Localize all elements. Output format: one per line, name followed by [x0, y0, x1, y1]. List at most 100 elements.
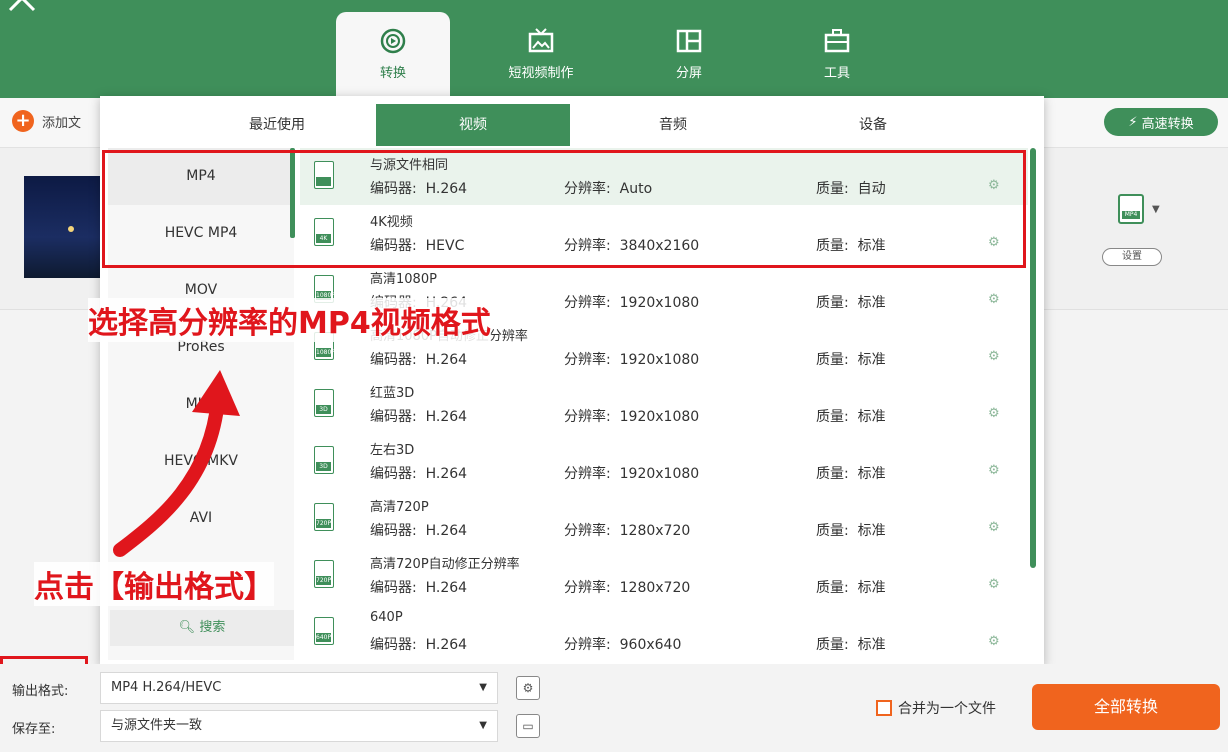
format-tag: 1080P: [316, 348, 335, 357]
quality-value: 标准: [857, 295, 886, 311]
gear-icon[interactable]: ⚙: [988, 463, 1000, 478]
resolution-value: 1280x720: [619, 523, 691, 539]
resolution-label: 分辨率:: [564, 352, 611, 368]
gear-icon[interactable]: ⚙: [988, 520, 1000, 535]
gear-icon[interactable]: ⚙: [988, 292, 1000, 307]
resolution-label: 分辨率:: [564, 466, 611, 482]
folder-icon[interactable]: ▭: [516, 714, 540, 738]
format-quality: 质量: 标准: [816, 406, 886, 426]
quality-value: 标准: [857, 580, 886, 596]
settings-button[interactable]: 设置: [1102, 248, 1162, 266]
highlight-box-formats: [102, 150, 1026, 268]
checkbox-icon[interactable]: [876, 700, 892, 716]
bottom-bar: 输出格式: MP4 H.264/HEVC ▼ ⚙ 保存至: 与源文件夹一致 ▼ …: [0, 664, 1228, 752]
quality-label: 质量:: [816, 637, 849, 653]
quality-label: 质量:: [816, 352, 849, 368]
format-option-row[interactable]: 640P 640P 编码器: H.264 分辨率: 960x640 质量: 标准 ⚙: [300, 604, 1028, 660]
format-option-row[interactable]: 720P 高清720P自动修正分辨率 编码器: H.264 分辨率: 1280x720…: [300, 547, 1028, 604]
format-resolution: 分辨率: 1280x720: [564, 577, 690, 597]
video-file-icon: 3D: [314, 389, 334, 417]
tab-video[interactable]: 视频: [376, 104, 570, 146]
video-file-icon: 720P: [314, 503, 334, 531]
gear-icon[interactable]: ⚙: [988, 406, 1000, 421]
output-format-file-icon[interactable]: MP4: [1118, 194, 1144, 224]
annotation-choose-format: 选择高分辨率的MP4视频格式: [88, 298, 491, 342]
convert-all-button[interactable]: 全部转换: [1032, 684, 1220, 730]
tab-device[interactable]: 设备: [776, 104, 970, 146]
merge-checkbox[interactable]: 合并为一个文件: [876, 698, 996, 718]
thumbnail-moon: [68, 226, 74, 232]
format-name: 红蓝3D: [370, 386, 415, 401]
encoder-value: H.264: [425, 580, 468, 596]
quality-label: 质量:: [816, 580, 849, 596]
search-button[interactable]: 🔍︎ 搜索: [110, 610, 294, 646]
resolution-value: 1920x1080: [619, 466, 700, 482]
format-name: 640P: [370, 610, 403, 625]
chevron-down-icon[interactable]: ▼: [1152, 204, 1160, 215]
tv-icon: [528, 28, 554, 53]
chevron-down-icon: ▼: [479, 682, 487, 693]
format-quality: 质量: 标准: [816, 349, 886, 369]
search-label: 搜索: [199, 620, 226, 635]
encoder-value: H.264: [425, 523, 468, 539]
annotation-click-output: 点击【输出格式】: [34, 562, 274, 606]
quality-value: 标准: [857, 523, 886, 539]
nav-tab-split-screen[interactable]: 分屏: [632, 12, 746, 98]
merge-label: 合并为一个文件: [898, 701, 996, 717]
gear-icon[interactable]: ⚙: [988, 577, 1000, 592]
save-to-label: 保存至:: [12, 722, 56, 737]
format-encoder: 编码器: H.264: [370, 577, 467, 597]
split-screen-icon: [676, 29, 702, 53]
resolution-value: 1920x1080: [619, 352, 700, 368]
toolbox-icon: [824, 29, 850, 53]
format-name: 左右3D: [370, 443, 415, 458]
save-to-select[interactable]: 与源文件夹一致 ▼: [100, 710, 498, 742]
video-thumbnail[interactable]: [24, 176, 104, 278]
format-settings-icon[interactable]: ⚙: [516, 676, 540, 700]
format-option-row[interactable]: 720P 高清720P 编码器: H.264 分辨率: 1280x720 质量: 标准 ⚙: [300, 490, 1028, 547]
nav-tab-short-video[interactable]: 短视频制作: [484, 12, 598, 98]
top-nav-bar: 转换 短视频制作 分屏 工具: [0, 0, 1228, 98]
format-list-scrollbar[interactable]: [1030, 148, 1036, 568]
annotation-arrow-icon: [113, 370, 240, 557]
encoder-value: H.264: [425, 409, 468, 425]
format-tag: 3D: [316, 405, 331, 414]
format-encoder: 编码器: H.264: [370, 463, 467, 483]
output-format-label: 输出格式:: [12, 684, 69, 699]
tab-recent[interactable]: 最近使用: [180, 104, 374, 146]
format-resolution: 分辨率: 1920x1080: [564, 292, 699, 312]
format-quality: 质量: 标准: [816, 634, 886, 654]
video-file-icon: 720P: [314, 560, 334, 588]
add-file-button[interactable]: + 添加文: [12, 110, 81, 132]
lightning-icon: ⚡: [1128, 114, 1138, 130]
fast-convert-label: 高速转换: [1141, 116, 1194, 132]
fast-convert-button[interactable]: ⚡ 高速转换: [1104, 108, 1218, 136]
format-encoder: 编码器: H.264: [370, 634, 467, 654]
quality-value: 标准: [857, 466, 886, 482]
format-quality: 质量: 标准: [816, 520, 886, 540]
plus-icon: +: [12, 110, 34, 132]
output-format-select[interactable]: MP4 H.264/HEVC ▼: [100, 672, 498, 704]
quality-label: 质量:: [816, 523, 849, 539]
format-resolution: 分辨率: 1920x1080: [564, 406, 699, 426]
tab-audio[interactable]: 音频: [576, 104, 770, 146]
nav-tab-tools[interactable]: 工具: [780, 12, 894, 98]
format-option-row[interactable]: 3D 左右3D 编码器: H.264 分辨率: 1920x1080 质量: 标准 ⚙: [300, 433, 1028, 490]
convert-icon: [380, 28, 406, 54]
format-tabs: 最近使用 视频 音频 设备: [100, 104, 1044, 146]
nav-tab-convert[interactable]: 转换: [336, 12, 450, 98]
gear-icon[interactable]: ⚙: [988, 349, 1000, 364]
format-tag: 720P: [316, 519, 332, 528]
resolution-label: 分辨率:: [564, 580, 611, 596]
format-tag: 720P: [316, 576, 332, 585]
search-icon: 🔍︎: [178, 620, 196, 635]
nav-tab-label: 分屏: [675, 66, 702, 81]
resolution-value: 960x640: [619, 637, 682, 653]
encoder-value: H.264: [425, 637, 468, 653]
gear-icon[interactable]: ⚙: [988, 634, 1000, 649]
format-option-row[interactable]: 3D 红蓝3D 编码器: H.264 分辨率: 1920x1080 质量: 标准 ⚙: [300, 376, 1028, 433]
encoder-label: 编码器:: [370, 523, 417, 539]
format-tag: 3D: [316, 462, 331, 471]
resolution-label: 分辨率:: [564, 523, 611, 539]
app-logo-icon: [8, 0, 36, 12]
